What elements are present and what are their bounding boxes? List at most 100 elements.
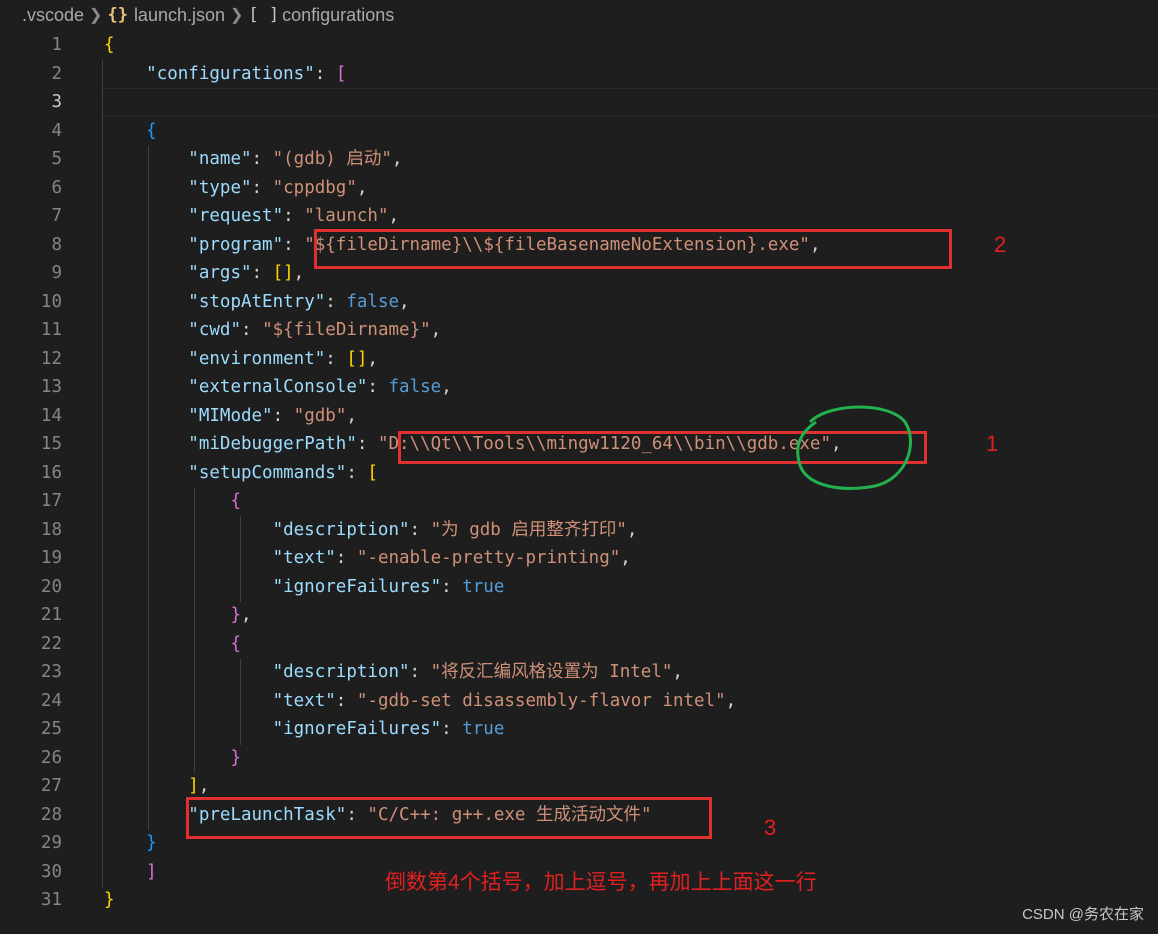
- code-line[interactable]: 26 }: [0, 744, 1158, 773]
- breadcrumb-folder[interactable]: .vscode: [22, 5, 84, 26]
- code-token: {: [230, 491, 241, 511]
- code-token: ,: [391, 149, 403, 169]
- breadcrumb-symbol[interactable]: configurations: [282, 5, 394, 26]
- code-token: }: [104, 833, 157, 853]
- code-token: {: [104, 35, 115, 55]
- code-token: "${fileDirname}": [262, 320, 431, 340]
- code-line[interactable]: 3: [0, 88, 1158, 117]
- code-token: "text": [272, 548, 336, 568]
- code-text: "args": [],: [104, 259, 304, 288]
- code-line[interactable]: 14 "MIMode": "gdb",: [0, 402, 1158, 431]
- line-number: 26: [40, 747, 62, 768]
- line-number: 27: [40, 776, 62, 796]
- code-line[interactable]: 21 },: [0, 601, 1158, 630]
- code-line[interactable]: 24 "text": "-gdb-set disassembly-flavor …: [0, 687, 1158, 716]
- code-token: ,: [346, 405, 357, 426]
- code-line[interactable]: 10 "stopAtEntry": false,: [0, 288, 1158, 317]
- code-line[interactable]: 20 "ignoreFailures": true: [0, 573, 1158, 602]
- code-token: "text": [272, 690, 336, 711]
- code-token: "为 gdb 启用整齐打印": [430, 519, 627, 540]
- code-line[interactable]: 4 {: [0, 117, 1158, 146]
- code-line[interactable]: 18 "description": "为 gdb 启用整齐打印",: [0, 516, 1158, 545]
- code-token: ]: [104, 861, 157, 882]
- code-token: :: [441, 576, 463, 597]
- code-line[interactable]: 19 "text": "-enable-pretty-printing",: [0, 544, 1158, 573]
- code-token: ,: [725, 690, 737, 711]
- code-line[interactable]: 5 "name": "(gdb) 启动",: [0, 145, 1158, 174]
- code-text: {: [104, 487, 241, 516]
- code-token: "setupCommands": [188, 462, 347, 483]
- code-token: :: [335, 548, 357, 568]
- code-token: "externalConsole": [188, 377, 368, 397]
- code-line[interactable]: 22 {: [0, 630, 1158, 659]
- code-token: :: [356, 434, 378, 454]
- code-text: "name": "(gdb) 启动",: [104, 145, 402, 174]
- code-token: "miDebuggerPath": [188, 434, 357, 454]
- code-token: ]: [188, 776, 199, 796]
- code-line[interactable]: 17 {: [0, 487, 1158, 516]
- code-text: "MIMode": "gdb",: [104, 402, 357, 431]
- annotation-note: 倒数第4个括号，加上逗号，再加上上面这一行: [385, 871, 817, 894]
- code-token: :: [314, 63, 336, 84]
- code-token: }: [230, 605, 241, 625]
- code-token: {: [104, 120, 157, 141]
- code-token: :: [251, 263, 273, 283]
- code-line[interactable]: 11 "cwd": "${fileDirname}",: [0, 316, 1158, 345]
- code-token: ,: [441, 377, 452, 397]
- code-token: :: [325, 348, 347, 369]
- code-line[interactable]: 1{: [0, 31, 1158, 60]
- line-number: 23: [40, 662, 62, 682]
- code-line[interactable]: 6 "type": "cppdbg",: [0, 174, 1158, 203]
- array-symbol-icon: [ ]: [248, 5, 280, 25]
- line-number: 5: [51, 149, 62, 169]
- code-text: "type": "cppdbg",: [104, 174, 367, 203]
- code-token: [: [367, 462, 378, 483]
- line-number: 11: [40, 320, 62, 340]
- annotation-circle: [796, 405, 912, 490]
- line-number: 17: [40, 491, 62, 511]
- code-token: }: [104, 890, 115, 910]
- code-token: "description": [272, 662, 410, 682]
- code-line[interactable]: 12 "environment": [],: [0, 345, 1158, 374]
- line-number: 25: [40, 719, 62, 739]
- code-token: {: [230, 633, 241, 654]
- line-number: 8: [51, 234, 62, 255]
- code-token: true: [462, 576, 505, 597]
- line-number: 10: [40, 291, 62, 312]
- breadcrumb-file[interactable]: launch.json: [134, 5, 225, 26]
- code-token: :: [283, 206, 305, 226]
- code-line[interactable]: 25 "ignoreFailures": true: [0, 715, 1158, 744]
- code-line[interactable]: 13 "externalConsole": false,: [0, 373, 1158, 402]
- code-token: ,: [356, 177, 368, 198]
- line-number: 21: [40, 605, 62, 625]
- code-token: :: [367, 377, 389, 397]
- chevron-right-icon: ❯: [230, 7, 244, 24]
- code-token: :: [335, 690, 357, 711]
- code-token: "(gdb) 启动": [272, 149, 392, 169]
- line-number: 4: [51, 120, 62, 141]
- code-token: "program": [188, 234, 284, 255]
- breadcrumb: .vscode ❯ {} launch.json ❯ [ ] configura…: [0, 0, 1158, 30]
- code-token: true: [462, 719, 505, 739]
- line-number: 22: [40, 633, 62, 654]
- code-line[interactable]: 7 "request": "launch",: [0, 202, 1158, 231]
- code-line[interactable]: 23 "description": "将反汇编风格设置为 Intel",: [0, 658, 1158, 687]
- code-token: ,: [240, 605, 252, 625]
- line-number: 7: [51, 206, 62, 226]
- code-line[interactable]: 2 "configurations": [: [0, 60, 1158, 89]
- line-number: 30: [40, 861, 62, 882]
- line-number: 2: [51, 63, 62, 84]
- line-number: 29: [40, 833, 62, 853]
- code-text: "stopAtEntry": false,: [104, 288, 409, 317]
